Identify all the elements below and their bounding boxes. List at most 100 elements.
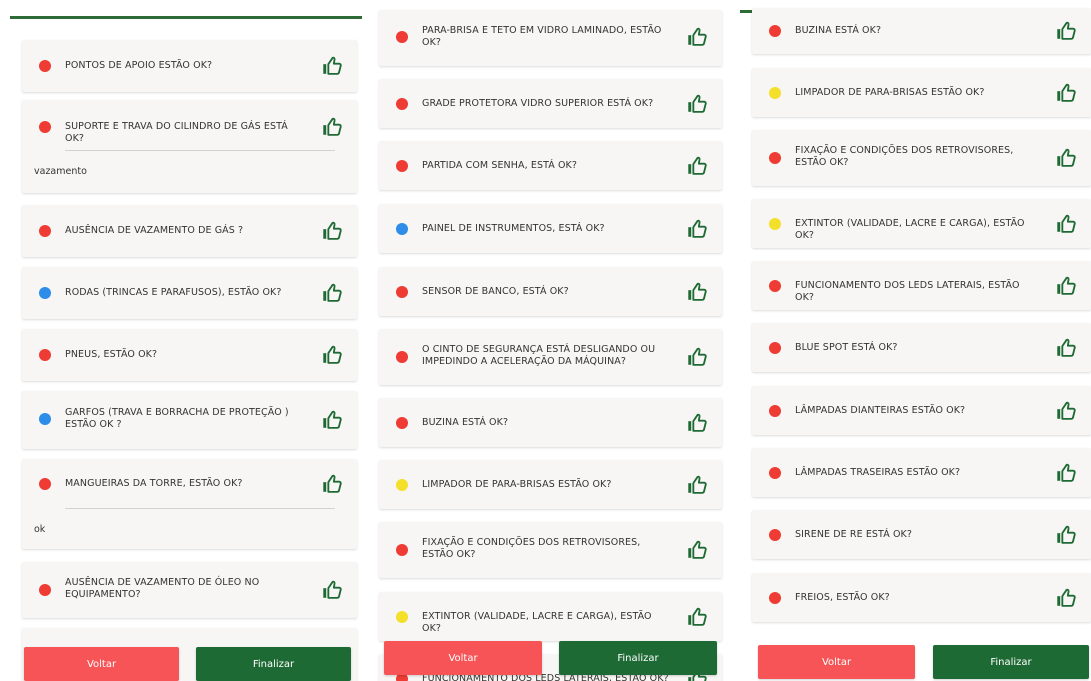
thumbs-up-icon[interactable]: [321, 344, 343, 366]
item-label: PNEUS, ESTÃO OK?: [65, 349, 158, 360]
checklist-item[interactable]: PARA-BRISA E TETO EM VIDRO LAMINADO, EST…: [379, 10, 722, 66]
item-comment[interactable]: vazamento: [34, 166, 87, 177]
thumbs-up-icon[interactable]: [321, 409, 343, 431]
status-dot: [396, 417, 408, 429]
checklist-item[interactable]: PONTOS DE APOIO ESTÃO OK?: [22, 40, 357, 92]
thumbs-up-icon[interactable]: [321, 282, 343, 304]
thumbs-up-icon[interactable]: [1055, 82, 1077, 104]
thumbs-up-icon[interactable]: [1055, 400, 1077, 422]
status-dot: [39, 413, 51, 425]
thumbs-up-icon[interactable]: [686, 93, 708, 115]
thumbs-up-icon[interactable]: [686, 218, 708, 240]
status-dot: [769, 405, 781, 417]
status-dot: [396, 286, 408, 298]
item-label: RODAS (TRINCAS E PARAFUSOS), ESTÃO OK?: [65, 287, 282, 298]
item-label: SENSOR DE BANCO, ESTÁ OK?: [422, 286, 569, 297]
checklist-item[interactable]: AUSÊNCIA DE VAZAMENTO DE ÓLEO NO EQUIPAM…: [22, 562, 357, 618]
checklist-item[interactable]: SUPORTE E TRAVA DO CILINDRO DE GÁS ESTÁ …: [22, 100, 357, 193]
checklist-item[interactable]: BLUE SPOT ESTÁ OK?: [752, 323, 1091, 372]
checklist-item[interactable]: FIXAÇÃO E CONDIÇÕES DOS RETROVISORES, ES…: [379, 522, 722, 578]
checklist-item[interactable]: GARFOS (TRAVA E BORRACHA DE PROTEÇÃO ) E…: [22, 391, 357, 449]
back-button[interactable]: Voltar: [758, 645, 915, 679]
status-dot: [769, 467, 781, 479]
thumbs-up-icon[interactable]: [1055, 275, 1077, 297]
thumbs-up-icon[interactable]: [1055, 20, 1077, 42]
thumbs-up-icon[interactable]: [321, 220, 343, 242]
item-label: O CINTO DE SEGURANÇA ESTÁ DESLIGANDO OU …: [422, 344, 656, 367]
thumbs-up-icon[interactable]: [321, 55, 343, 77]
thumbs-up-icon[interactable]: [686, 346, 708, 368]
checklist-item[interactable]: LÂMPADAS DIANTEIRAS ESTÃO OK?: [752, 386, 1091, 435]
status-dot: [39, 60, 51, 72]
thumbs-up-icon[interactable]: [686, 606, 708, 628]
thumbs-up-icon[interactable]: [686, 26, 708, 48]
checklist-item[interactable]: GRADE PROTETORA VIDRO SUPERIOR ESTÁ OK?: [379, 79, 722, 128]
checklist-item[interactable]: PNEUS, ESTÃO OK?: [22, 329, 357, 381]
back-button[interactable]: Voltar: [24, 647, 179, 681]
thumbs-up-icon[interactable]: [321, 473, 343, 495]
checklist-panel-1: PONTOS DE APOIO ESTÃO OK? SUPORTE E TRAV…: [10, 0, 362, 681]
finish-button[interactable]: Finalizar: [196, 647, 351, 681]
item-label: GARFOS (TRAVA E BORRACHA DE PROTEÇÃO ) E…: [65, 407, 289, 430]
status-dot: [39, 584, 51, 596]
thumbs-up-icon[interactable]: [1055, 147, 1077, 169]
checklist-item[interactable]: LIMPADOR DE PARA-BRISAS ESTÃO OK?: [752, 68, 1091, 117]
thumbs-up-icon[interactable]: [1055, 462, 1077, 484]
item-label: EXTINTOR (VALIDADE, LACRE E CARGA), ESTÃ…: [422, 611, 652, 634]
thumbs-up-icon[interactable]: [1055, 524, 1077, 546]
checklist-item[interactable]: LIMPADOR DE PARA-BRISAS ESTÃO OK?: [379, 460, 722, 509]
thumbs-up-icon[interactable]: [321, 579, 343, 601]
checklist-item[interactable]: O CINTO DE SEGURANÇA ESTÁ DESLIGANDO OU …: [379, 329, 722, 385]
item-comment[interactable]: ok: [34, 524, 45, 535]
status-dot: [396, 479, 408, 491]
status-dot: [769, 342, 781, 354]
thumbs-up-icon[interactable]: [686, 539, 708, 561]
status-dot: [396, 98, 408, 110]
thumbs-up-icon[interactable]: [1055, 213, 1077, 235]
checklist-item[interactable]: AUSÊNCIA DE VAZAMENTO DE GÁS ?: [22, 205, 357, 257]
item-label: FIXAÇÃO E CONDIÇÕES DOS RETROVISORES, ES…: [422, 537, 641, 560]
item-label: AUSÊNCIA DE VAZAMENTO DE ÓLEO NO EQUIPAM…: [65, 577, 260, 600]
checklist-item[interactable]: BUZINA ESTÁ OK?: [752, 8, 1091, 54]
item-label: EXTINTOR (VALIDADE, LACRE E CARGA), ESTÃ…: [795, 218, 1025, 241]
back-button[interactable]: Voltar: [384, 641, 542, 675]
checklist-item[interactable]: EXTINTOR (VALIDADE, LACRE E CARGA), ESTÃ…: [752, 199, 1091, 248]
checklist-item[interactable]: SENSOR DE BANCO, ESTÁ OK?: [379, 267, 722, 316]
finish-button[interactable]: Finalizar: [933, 645, 1089, 679]
thumbs-up-icon[interactable]: [686, 281, 708, 303]
checklist-item[interactable]: SIRENE DE RE ESTÁ OK?: [752, 510, 1091, 559]
checklist-item[interactable]: EXTINTOR (VALIDADE, LACRE E CARGA), ESTÃ…: [379, 592, 722, 641]
item-label: PAINEL DE INSTRUMENTOS, ESTÁ OK?: [422, 223, 605, 234]
status-dot: [769, 87, 781, 99]
checklist-item[interactable]: FREIOS, ESTÃO OK?: [752, 573, 1091, 622]
item-label: BLUE SPOT ESTÁ OK?: [795, 342, 898, 353]
item-label: LÂMPADAS TRASEIRAS ESTÃO OK?: [795, 467, 961, 478]
checklist-item[interactable]: FUNCIONAMENTO DOS LEDS LATERAIS, ESTÃO O…: [752, 261, 1091, 310]
thumbs-up-icon[interactable]: [686, 412, 708, 434]
status-dot: [396, 611, 408, 623]
checklist-item[interactable]: MANGUEIRAS DA TORRE, ESTÃO OK? ok: [22, 459, 357, 549]
status-dot: [396, 351, 408, 363]
checklist-item[interactable]: PARTIDA COM SENHA, ESTÁ OK?: [379, 141, 722, 190]
thumbs-up-icon[interactable]: [1055, 587, 1077, 609]
checklist-item[interactable]: PAINEL DE INSTRUMENTOS, ESTÁ OK?: [379, 204, 722, 253]
status-dot: [769, 152, 781, 164]
status-dot: [396, 160, 408, 172]
checklist-item[interactable]: BUZINA ESTÁ OK?: [379, 398, 722, 447]
checklist-item[interactable]: FIXAÇÃO E CONDIÇÕES DOS RETROVISORES, ES…: [752, 130, 1091, 186]
status-dot: [769, 280, 781, 292]
item-label: SIRENE DE RE ESTÁ OK?: [795, 529, 912, 540]
item-label: SUPORTE E TRAVA DO CILINDRO DE GÁS ESTÁ …: [65, 121, 288, 144]
finish-button[interactable]: Finalizar: [559, 641, 717, 675]
thumbs-up-icon[interactable]: [1055, 337, 1077, 359]
checklist-item[interactable]: LÂMPADAS TRASEIRAS ESTÃO OK?: [752, 448, 1091, 497]
status-dot: [396, 31, 408, 43]
checklist-item[interactable]: RODAS (TRINCAS E PARAFUSOS), ESTÃO OK?: [22, 267, 357, 319]
item-label: BUZINA ESTÁ OK?: [422, 417, 509, 428]
status-dot: [769, 529, 781, 541]
thumbs-up-icon[interactable]: [686, 155, 708, 177]
thumbs-up-icon[interactable]: [686, 474, 708, 496]
thumbs-up-icon[interactable]: [321, 116, 343, 138]
status-dot: [396, 223, 408, 235]
status-dot: [39, 121, 51, 133]
